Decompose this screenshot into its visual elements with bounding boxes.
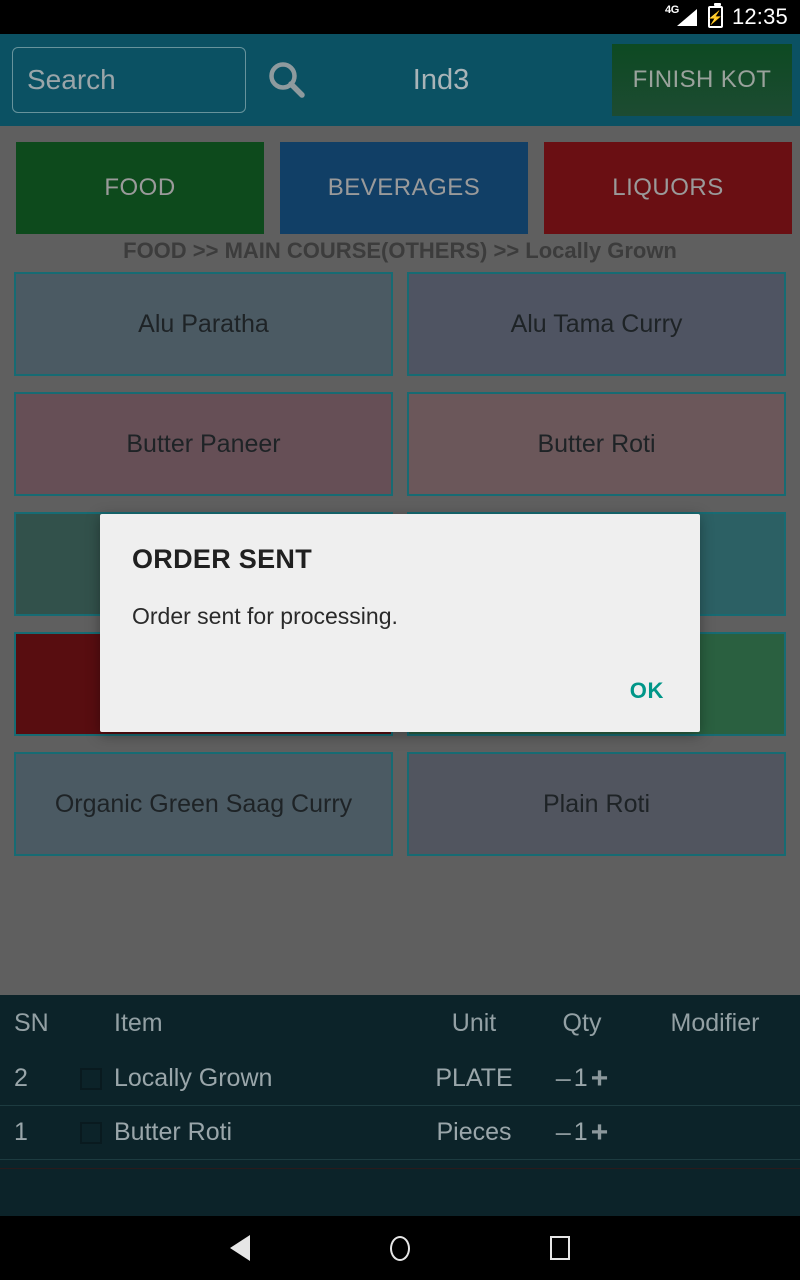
row-unit: PLATE [435, 1064, 513, 1092]
qty-decrement-button[interactable]: – [556, 1065, 571, 1092]
dialog-title: ORDER SENT [132, 544, 313, 574]
android-nav-bar [0, 1216, 800, 1280]
order-row[interactable]: 1 Butter Roti Pieces –1 + [0, 1106, 800, 1160]
qty-increment-button[interactable]: + [591, 1063, 609, 1094]
column-header-modifier: Modifier [670, 1009, 760, 1037]
dialog-ok-button[interactable]: OK [622, 672, 672, 710]
qty-increment-button[interactable]: + [591, 1117, 609, 1148]
row-sn: 1 [14, 1118, 28, 1146]
row-qty-cell: –1 + [534, 1063, 630, 1094]
category-tabs: FOOD BEVERAGES LIQUORS [0, 126, 800, 236]
battery-charging-icon: ⚡ [707, 3, 724, 28]
item-tile[interactable]: Plain Roti [407, 752, 786, 856]
back-triangle-icon[interactable] [230, 1235, 250, 1261]
column-header-unit: Unit [451, 1009, 497, 1037]
column-header-sn: SN [14, 1009, 49, 1037]
item-tile[interactable]: Organic Green Saag Curry [14, 752, 393, 856]
dialog-actions: OK [100, 672, 700, 732]
qty-stepper: –1 + [534, 1117, 630, 1148]
qty-value: 1 [573, 1118, 588, 1146]
column-header-item: Item [114, 1009, 163, 1037]
column-header-qty: Qty [562, 1009, 602, 1037]
category-tab-liquors[interactable]: LIQUORS [544, 142, 792, 234]
app-screen: 4G ⚡ 12:35 Ind3 FINISH KOT FOODBEVERAGES… [0, 0, 800, 1280]
row-item-name: Locally Grown [114, 1064, 273, 1092]
qty-value: 1 [573, 1064, 588, 1092]
row-qty-cell: –1 + [534, 1117, 630, 1148]
status-bar: 4G ⚡ 12:35 [0, 0, 800, 34]
item-tile[interactable]: Alu Tama Curry [407, 272, 786, 376]
row-checkbox[interactable] [80, 1121, 102, 1144]
breadcrumb: FOOD >> MAIN COURSE(OTHERS) >> Locally G… [123, 238, 677, 263]
order-table-body: 2 Locally Grown PLATE –1 +1 Butter Roti Pieces… [0, 1052, 800, 1160]
bolt-glyph: ⚡ [707, 9, 724, 25]
row-select-cell [68, 1067, 114, 1090]
signal-triangle [676, 9, 697, 26]
order-panel: SN Item Unit Qty Modifier 2 Locally Grown… [0, 995, 800, 1175]
qty-stepper: –1 + [534, 1063, 630, 1094]
search-field-wrapper [12, 47, 246, 113]
category-tab-food[interactable]: FOOD [16, 142, 264, 234]
app-bar: Ind3 FINISH KOT [0, 34, 800, 126]
row-select-cell [68, 1121, 114, 1144]
row-unit: Pieces [436, 1118, 512, 1146]
qty-decrement-button[interactable]: – [556, 1119, 571, 1146]
signal-bars-icon: 4G [665, 4, 699, 28]
table-name-label: Ind3 [412, 63, 470, 96]
category-tab-beverages[interactable]: BEVERAGES [280, 142, 528, 234]
dialog-message: Order sent for processing. [132, 603, 398, 629]
item-tile[interactable]: Butter Paneer [14, 392, 393, 496]
order-row[interactable]: 2 Locally Grown PLATE –1 + [0, 1052, 800, 1106]
item-tile[interactable]: Butter Roti [407, 392, 786, 496]
row-checkbox[interactable] [80, 1067, 102, 1090]
status-time: 12:35 [731, 4, 788, 29]
row-sn: 2 [14, 1064, 28, 1092]
item-tile[interactable]: Alu Paratha [14, 272, 393, 376]
recents-square-icon[interactable] [550, 1236, 570, 1260]
search-input[interactable] [12, 47, 246, 113]
order-table-header: SN Item Unit Qty Modifier [0, 995, 800, 1052]
order-sent-dialog: ORDER SENT Order sent for processing. OK [100, 514, 700, 732]
row-item-name: Butter Roti [114, 1118, 233, 1146]
finish-kot-button[interactable]: FINISH KOT [612, 44, 792, 116]
home-circle-icon[interactable] [390, 1235, 410, 1261]
